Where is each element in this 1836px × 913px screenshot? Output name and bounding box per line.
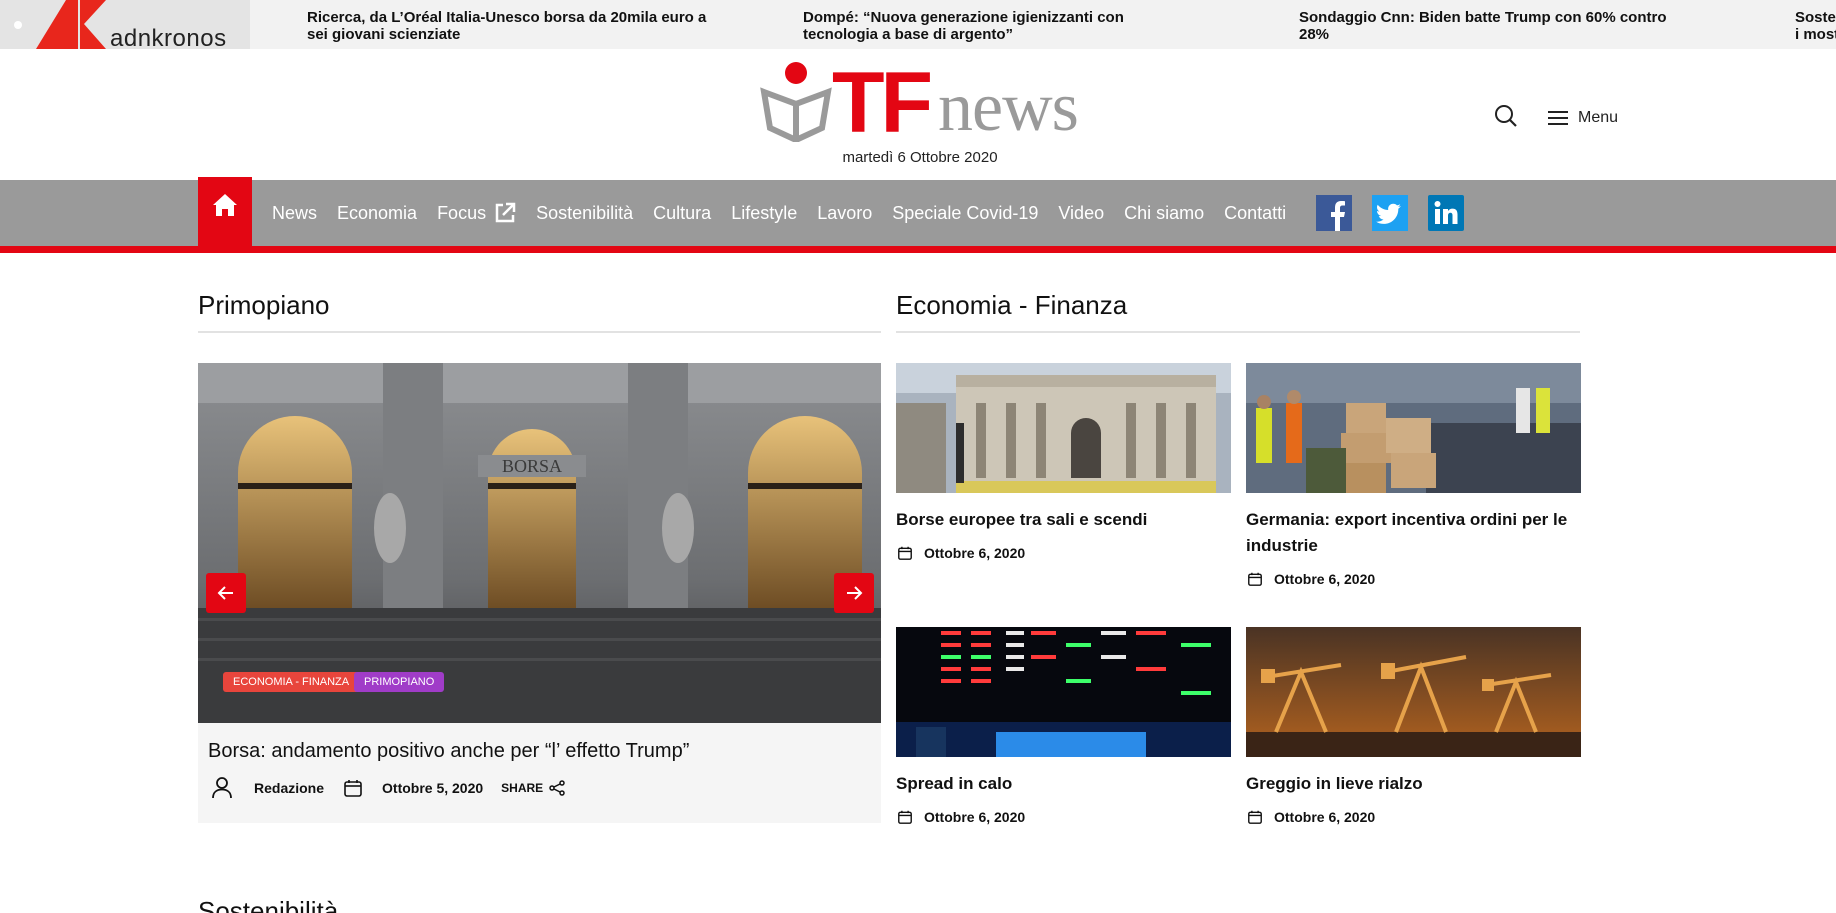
menu-button[interactable]: Menu bbox=[1548, 106, 1618, 130]
linkedin-icon bbox=[1428, 195, 1465, 231]
ticker-dot bbox=[14, 21, 22, 29]
stock-ticker-board-photo bbox=[896, 627, 1231, 757]
borsa-building-photo: BORSA bbox=[198, 363, 881, 723]
card-date: Ottobre 6, 2020 bbox=[1248, 809, 1375, 825]
adnkronos-logo[interactable]: adnkronos bbox=[0, 0, 250, 52]
share-label: SHARE bbox=[501, 781, 544, 795]
adnkronos-wordmark: adnkronos bbox=[110, 25, 227, 52]
nav-item-lavoro[interactable]: Lavoro bbox=[807, 203, 882, 224]
facebook-icon bbox=[1316, 195, 1353, 231]
card-date-text: Ottobre 6, 2020 bbox=[924, 809, 1026, 825]
nav-accent-bar bbox=[0, 246, 1836, 253]
ticker-item[interactable]: Sosteni mostr bbox=[1795, 9, 1836, 43]
home-icon bbox=[213, 193, 237, 216]
svg-text:BORSA: BORSA bbox=[502, 456, 562, 476]
category-tag[interactable]: PRIMOPIANO bbox=[354, 672, 445, 692]
card-date-text: Ottobre 6, 2020 bbox=[1274, 571, 1376, 587]
card-title[interactable]: Borse europee tra sali e scendi bbox=[896, 507, 1231, 533]
hero-date: Ottobre 5, 2020 bbox=[382, 780, 484, 796]
news-ticker: adnkronos Ricerca, da L’Oréal Italia-Une… bbox=[0, 0, 1836, 52]
nav-item-lifestyle[interactable]: Lifestyle bbox=[721, 203, 807, 224]
calendar-icon bbox=[1248, 572, 1262, 586]
home-button[interactable] bbox=[198, 176, 252, 250]
nav-item-sostenibilita[interactable]: Sostenibilità bbox=[526, 203, 643, 224]
card-image[interactable] bbox=[896, 363, 1231, 493]
card-image[interactable] bbox=[896, 627, 1231, 757]
card-date: Ottobre 6, 2020 bbox=[898, 809, 1025, 825]
search-icon[interactable] bbox=[1494, 104, 1518, 128]
hero-caption: Borsa: andamento positivo anche per “l’ … bbox=[198, 723, 881, 823]
main-nav: News Economia Focus Sostenibilità Cultur… bbox=[0, 176, 1836, 250]
card-title[interactable]: Spread in calo bbox=[896, 771, 1231, 797]
nav-item-video[interactable]: Video bbox=[1048, 203, 1114, 224]
calendar-icon bbox=[898, 546, 912, 560]
facebook-link[interactable] bbox=[1316, 195, 1353, 231]
slider-next-button[interactable] bbox=[834, 573, 874, 613]
book-logo-icon bbox=[760, 62, 832, 142]
twitter-icon bbox=[1372, 195, 1409, 231]
user-icon bbox=[212, 777, 232, 799]
nav-item-news[interactable]: News bbox=[262, 203, 327, 224]
nav-item-chi-siamo[interactable]: Chi siamo bbox=[1114, 203, 1214, 224]
calendar-icon bbox=[1248, 810, 1262, 824]
logo-news: news bbox=[938, 69, 1079, 146]
calendar-icon bbox=[898, 810, 912, 824]
adnkronos-mark-icon bbox=[36, 0, 106, 49]
site-logo[interactable]: TF news bbox=[760, 58, 1080, 148]
card-image[interactable] bbox=[1246, 627, 1581, 757]
linkedin-link[interactable] bbox=[1428, 195, 1465, 231]
bank-building-photo bbox=[896, 363, 1231, 493]
calendar-icon bbox=[344, 780, 362, 797]
section-title-sostenibilita: Sostenibilità bbox=[198, 896, 339, 913]
hero-headline[interactable]: Borsa: andamento positivo anche per “l’ … bbox=[208, 740, 689, 763]
ticker-item[interactable]: Sondaggio Cnn: Biden batte Trump con 60%… bbox=[1299, 9, 1689, 43]
arrow-left-icon bbox=[217, 586, 233, 600]
card-title[interactable]: Greggio in lieve rialzo bbox=[1246, 771, 1581, 797]
card-date-text: Ottobre 6, 2020 bbox=[924, 545, 1026, 561]
share-button[interactable]: SHARE bbox=[501, 780, 565, 796]
card-date: Ottobre 6, 2020 bbox=[898, 545, 1025, 561]
section-title-economia: Economia - Finanza bbox=[896, 290, 1128, 320]
current-date: martedì 6 Ottobre 2020 bbox=[842, 149, 998, 166]
section-divider bbox=[896, 331, 1580, 333]
slider-prev-button[interactable] bbox=[206, 573, 246, 613]
hero-slide-image[interactable]: BORSA bbox=[198, 363, 881, 723]
card-title[interactable]: Germania: export incentiva ordini per le… bbox=[1246, 507, 1581, 559]
hero-meta: Redazione Ottobre 5, 2020 SHARE bbox=[212, 777, 565, 799]
export-boxes-photo bbox=[1246, 363, 1581, 493]
menu-label: Menu bbox=[1578, 109, 1619, 126]
category-tag[interactable]: ECONOMIA - FINANZA bbox=[223, 672, 360, 692]
ticker-item[interactable]: Dompé: “Nuova generazione igienizzanti c… bbox=[803, 9, 1173, 43]
card-image[interactable] bbox=[1246, 363, 1581, 493]
section-divider bbox=[198, 331, 881, 333]
share-icon bbox=[549, 780, 565, 796]
oil-pumps-photo bbox=[1246, 627, 1581, 757]
nav-item-focus[interactable]: Focus bbox=[427, 202, 526, 224]
hero-author[interactable]: Redazione bbox=[254, 780, 324, 796]
section-title-primopiano: Primopiano bbox=[198, 290, 330, 320]
twitter-link[interactable] bbox=[1372, 195, 1409, 231]
hamburger-icon bbox=[1548, 111, 1568, 125]
logo-tf: TF bbox=[832, 55, 933, 151]
nav-item-speciale-covid[interactable]: Speciale Covid-19 bbox=[882, 203, 1048, 224]
arrow-right-icon bbox=[847, 586, 863, 600]
external-link-icon bbox=[495, 202, 516, 223]
card-date-text: Ottobre 6, 2020 bbox=[1274, 809, 1376, 825]
nav-item-focus-label: Focus bbox=[437, 202, 487, 223]
card-date: Ottobre 6, 2020 bbox=[1248, 571, 1375, 587]
nav-item-contatti[interactable]: Contatti bbox=[1214, 203, 1296, 224]
nav-item-economia[interactable]: Economia bbox=[327, 203, 427, 224]
ticker-item[interactable]: Ricerca, da L’Oréal Italia-Unesco borsa … bbox=[307, 9, 707, 43]
nav-item-cultura[interactable]: Cultura bbox=[643, 203, 721, 224]
